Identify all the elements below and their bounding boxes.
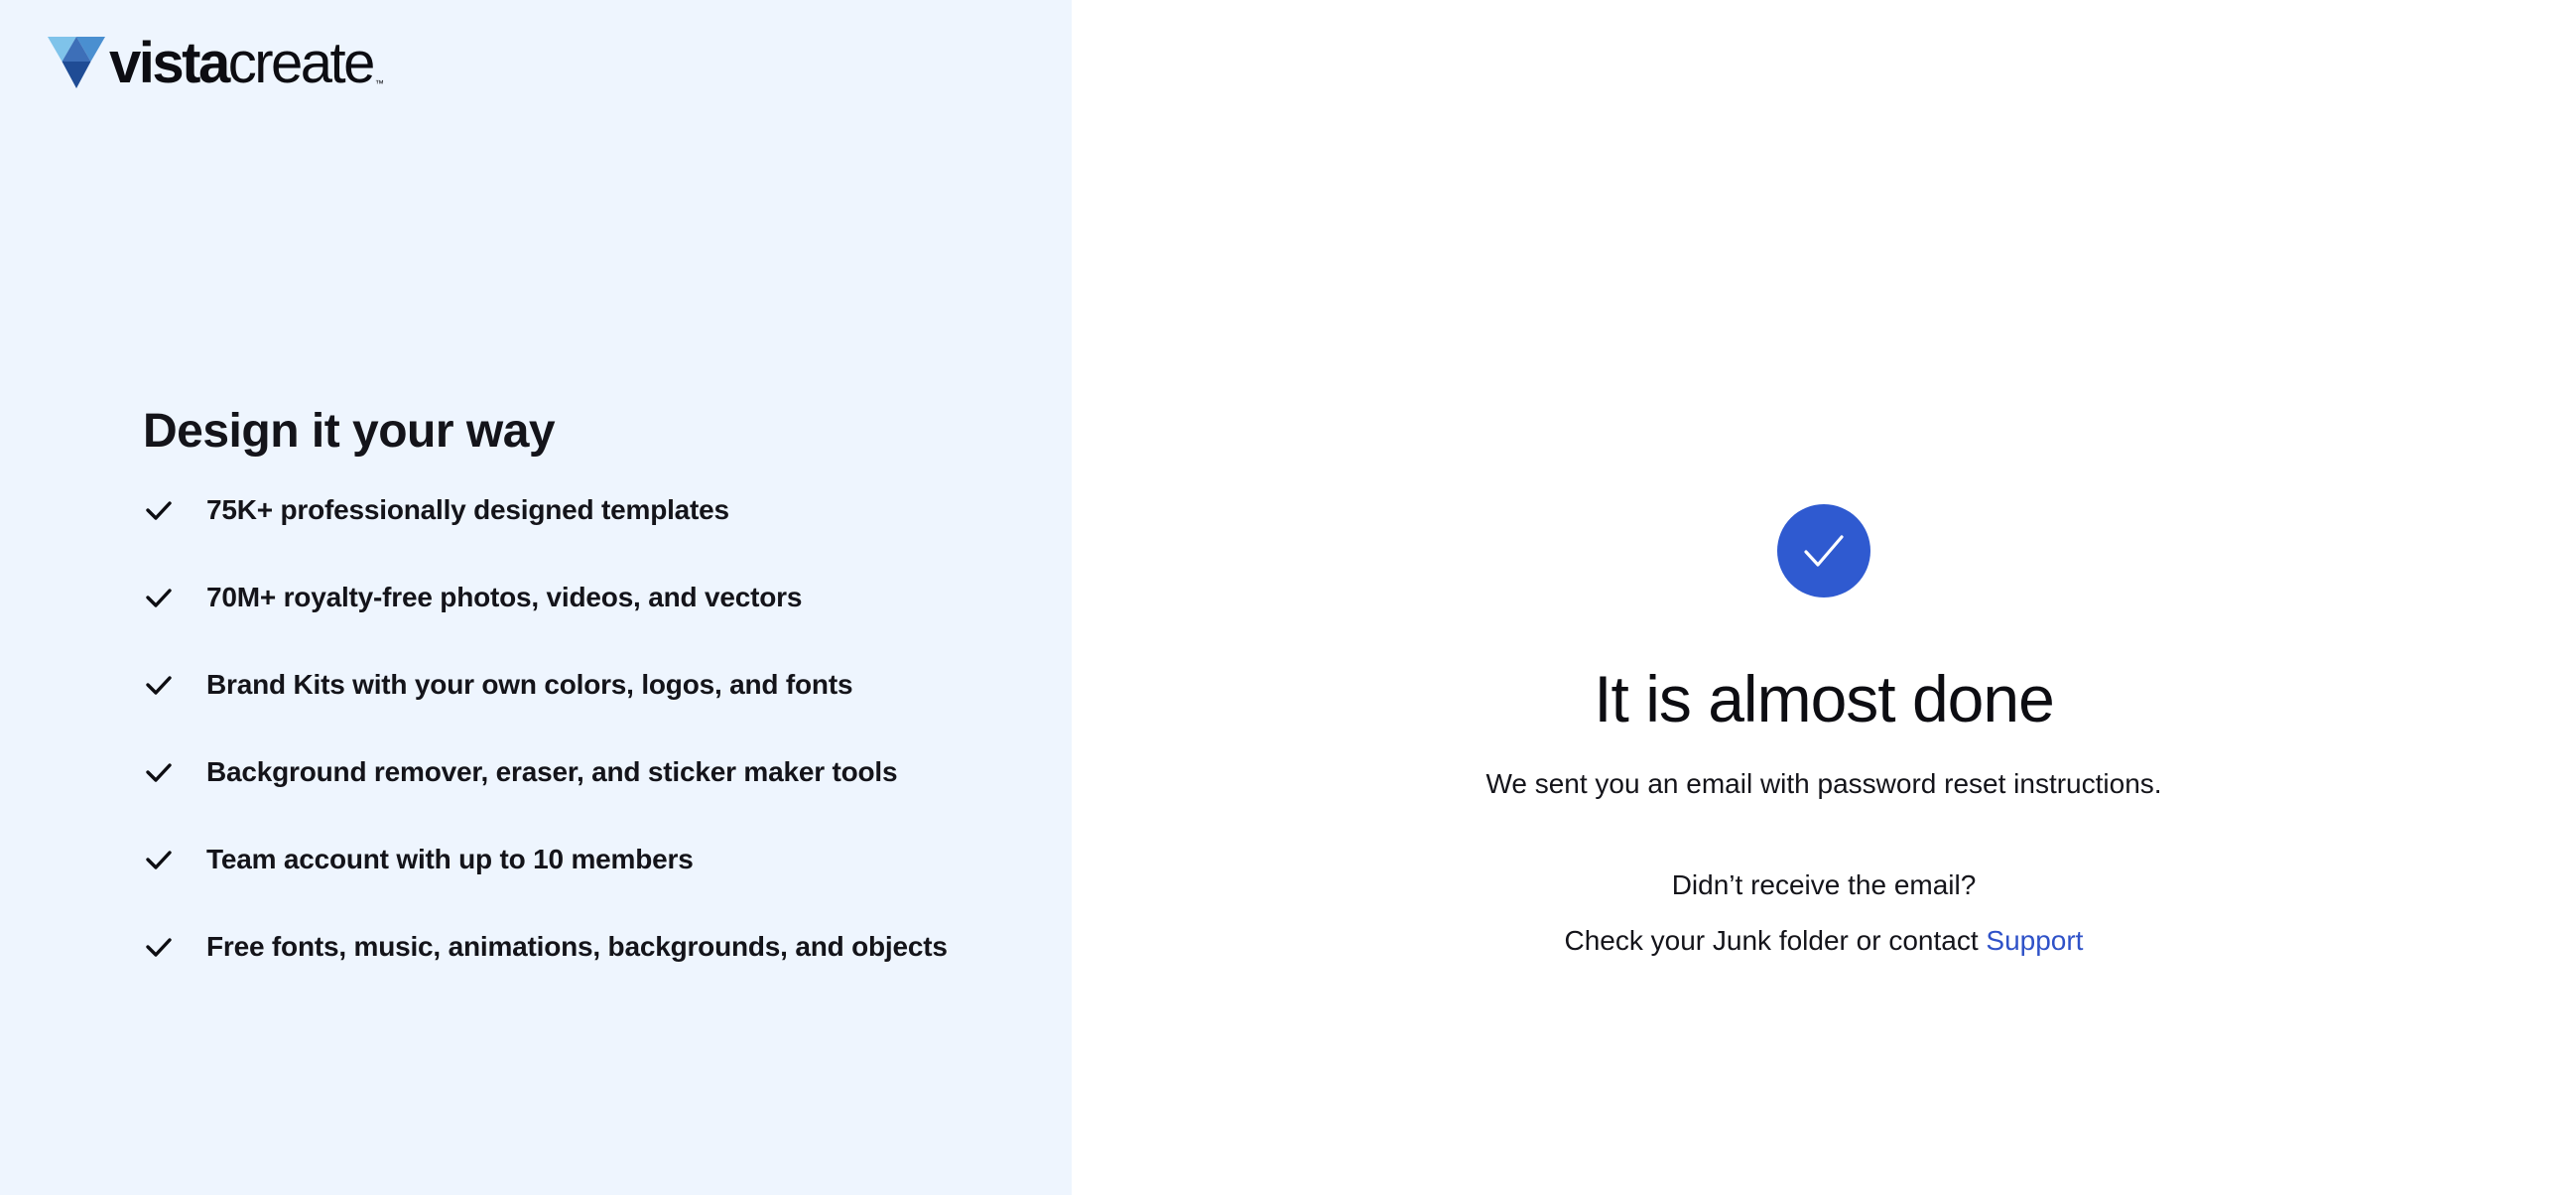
brand-name-bold: vista: [109, 31, 230, 95]
feature-item: 70M+ royalty-free photos, videos, and ve…: [143, 554, 1016, 641]
reset-password-confirmation-page: vista create ™ Design it your way 75K+ pro…: [0, 0, 2576, 1195]
confirmation-message: We sent you an email with password reset…: [1485, 768, 2162, 799]
check-icon: [146, 589, 172, 607]
feature-item: Background remover, eraser, and sticker …: [143, 729, 1016, 816]
feature-item: 75K+ professionally designed templates: [143, 466, 1016, 554]
check-icon: [146, 501, 172, 520]
brand-name-light: create: [227, 31, 376, 95]
check-icon: [146, 938, 172, 957]
feature-label: Team account with up to 10 members: [206, 844, 694, 874]
resend-question: Didn’t receive the email?: [1671, 869, 1977, 900]
feature-label: Free fonts, music, animations, backgroun…: [206, 931, 948, 962]
support-link[interactable]: Support: [1986, 925, 2083, 956]
hint-text: Check your Junk folder or contact: [1564, 925, 1987, 956]
feature-item: Brand Kits with your own colors, logos, …: [143, 641, 1016, 729]
confirmation-panel: It is almost done We sent you an email w…: [1072, 0, 2576, 1195]
confirmation-content: It is almost done We sent you an email w…: [1072, 504, 2576, 961]
vistacreate-triangle-logo-icon: [48, 37, 105, 88]
trademark-symbol: ™: [374, 78, 384, 88]
check-icon: [146, 763, 172, 782]
feature-label: Brand Kits with your own colors, logos, …: [206, 669, 853, 700]
feature-label: Background remover, eraser, and sticker …: [206, 756, 898, 787]
features-title: Design it your way: [143, 405, 556, 458]
check-circle-icon: [1777, 504, 1870, 598]
page-title: It is almost done: [1594, 662, 2055, 735]
check-icon: [146, 851, 172, 869]
feature-item: Team account with up to 10 members: [143, 816, 1016, 903]
features-panel: vista create ™ Design it your way 75K+ pro…: [0, 0, 1072, 1195]
feature-label: 70M+ royalty-free photos, videos, and ve…: [206, 582, 803, 612]
feature-list: 75K+ professionally designed templates 7…: [143, 466, 1016, 991]
check-icon: [146, 676, 172, 695]
feature-item: Free fonts, music, animations, backgroun…: [143, 903, 1016, 991]
features-section: Design it your way 75K+ professionally d…: [143, 397, 1016, 991]
check-mark-icon: [1804, 535, 1844, 567]
vistacreate-logo[interactable]: vista create ™: [48, 35, 384, 92]
brand-wordmark: vista create ™: [109, 35, 384, 92]
feature-label: 75K+ professionally designed templates: [206, 494, 729, 525]
junk-folder-hint: Check your Junk folder or contact Suppor…: [1072, 921, 2576, 961]
